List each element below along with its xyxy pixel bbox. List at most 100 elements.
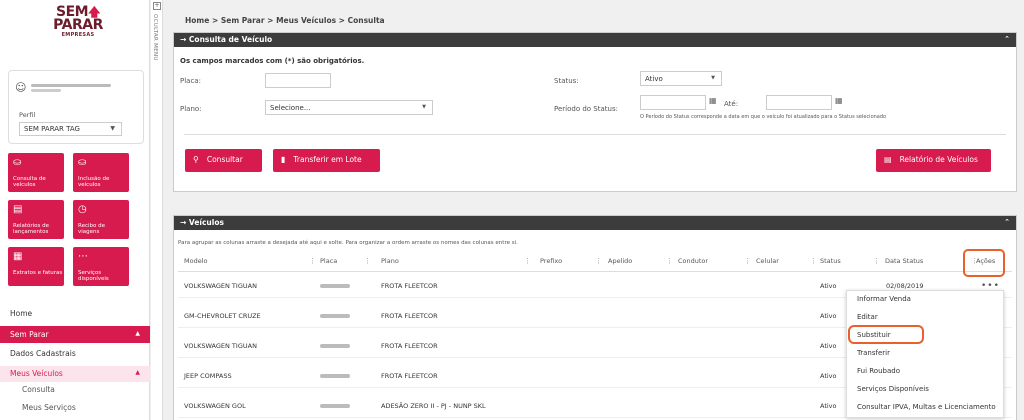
collapse-icon[interactable]: ⌃ — [1004, 218, 1010, 226]
column-header-status[interactable]: Status ⋮ — [820, 257, 880, 265]
status-label: Status: — [554, 77, 579, 85]
cell-status: Ativo — [820, 402, 837, 410]
cell-status: Ativo — [820, 282, 837, 290]
calendar-icon[interactable]: ▦ — [835, 96, 843, 105]
column-header-placa[interactable]: Placa ⋮ — [320, 257, 371, 265]
cell-plano: FROTA FLEETCOR — [381, 312, 438, 320]
cell-plano: FROTA FLEETCOR — [381, 282, 438, 290]
status-select[interactable]: Ativo ▼ — [640, 71, 722, 86]
column-menu-icon[interactable]: ⋮ — [524, 257, 531, 265]
placa-input[interactable] — [265, 73, 331, 88]
column-header-plano[interactable]: Plano ⋮ — [381, 257, 531, 265]
veiculos-panel-header[interactable]: → Veículos ⌃ — [174, 216, 1016, 230]
column-header-prefixo[interactable]: Prefixo ⋮ — [540, 257, 602, 265]
relatorio-veiculos-button[interactable]: ▤ Relatório de Veículos — [876, 149, 991, 172]
breadcrumb: Home > Sem Parar > Meus Veículos > Consu… — [185, 16, 385, 25]
consultar-button[interactable]: ⚲ Consultar — [185, 149, 262, 172]
tile-servicos-disponiveis[interactable]: ⋯ Serviços disponíveis — [73, 247, 129, 286]
tile-relatorios-lancamentos[interactable]: ▤ Relatórios de lançamentos — [8, 200, 64, 239]
tile-consulta-veiculos[interactable]: ⛀ Consulta de veículos — [8, 153, 64, 192]
grouping-hint: Para agrupar as colunas arraste a deseja… — [178, 240, 518, 246]
tile-inclusao-veiculos[interactable]: ⛀ Inclusão de veículos — [73, 153, 129, 192]
cell-modelo: VOLKSWAGEN TIGUAN — [184, 342, 257, 350]
actions-dropdown: Informar Venda Editar Substituir Transfe… — [846, 290, 1004, 418]
plus-icon[interactable]: + — [153, 2, 161, 10]
sem-parar-logo[interactable]: SEM🡅 PARAR EMPRESAS — [48, 5, 108, 38]
report-icon: ▤ — [884, 155, 892, 164]
cell-placa-redacted — [320, 374, 350, 378]
column-header-modelo[interactable]: Modelo ⋮ — [184, 257, 316, 265]
cell-status: Ativo — [820, 372, 837, 380]
car-add-icon: ⛀ — [78, 157, 87, 168]
cell-modelo: GM-CHEVROLET CRUZE — [184, 312, 261, 320]
periodo-note: O Período do Status corresponde a data e… — [640, 114, 887, 120]
cell-modelo: VOLKSWAGEN TIGUAN — [184, 282, 257, 290]
sidebar: SEM🡅 PARAR EMPRESAS ☺ Perfil SEM PARAR T… — [0, 0, 150, 420]
cell-placa-redacted — [320, 404, 350, 408]
cell-plano: FROTA FLEETCOR — [381, 372, 438, 380]
collapse-icon[interactable]: ⌃ — [1004, 35, 1010, 43]
cell-status: Ativo — [820, 342, 837, 350]
sidebar-item-dados-cadastrais[interactable]: Dados Cadastrais — [0, 349, 150, 358]
column-header-celular[interactable]: Celular ⋮ — [756, 257, 817, 265]
services-icon: ⋯ — [78, 251, 88, 262]
menu-item-fui-roubado[interactable]: Fui Roubado — [857, 367, 900, 375]
column-menu-icon[interactable]: ⋮ — [744, 257, 751, 265]
table-header: Modelo ⋮ Placa ⋮ Plano ⋮ Prefixo ⋮ Apelido ⋮ … — [178, 252, 1012, 272]
user-icon: ☺ — [15, 81, 27, 94]
cell-plano: ADESÃO ZERO II - PJ - NUNP SKL — [381, 402, 486, 410]
report-icon: ▤ — [13, 204, 23, 215]
consulta-panel-title: Consulta de Veículo — [188, 35, 273, 44]
substituir-highlight — [848, 325, 924, 344]
chevron-up-icon: ▲ — [135, 330, 140, 337]
cell-placa-redacted — [320, 344, 350, 348]
column-menu-icon[interactable]: ⋮ — [364, 257, 371, 265]
sidebar-item-meus-servicos[interactable]: Meus Serviços — [0, 403, 150, 412]
cell-placa-redacted — [320, 314, 350, 318]
sidebar-item-sem-parar[interactable]: Sem Parar ▲ — [0, 326, 150, 343]
column-header-condutor[interactable]: Condutor ⋮ — [678, 257, 751, 265]
column-menu-icon[interactable]: ⋮ — [595, 257, 602, 265]
user-name-redacted — [31, 84, 111, 87]
menu-item-informar-venda[interactable]: Informar Venda — [857, 295, 911, 303]
column-menu-icon[interactable]: ⋮ — [309, 257, 316, 265]
perfil-label: Perfil — [19, 111, 36, 119]
divider — [184, 134, 1006, 135]
tile-recibo-viagens[interactable]: ◷ Recibo de viagens — [73, 200, 129, 239]
sidebar-item-consulta[interactable]: Consulta — [0, 385, 150, 394]
menu-item-editar[interactable]: Editar — [857, 313, 878, 321]
cell-modelo: VOLKSWAGEN GOL — [184, 402, 246, 410]
transferir-lote-button[interactable]: ▮ Transferir em Lote — [273, 149, 380, 172]
chevron-down-icon: ▼ — [711, 75, 715, 81]
column-menu-icon[interactable]: ⋮ — [873, 257, 880, 265]
tile-extratos-faturas[interactable]: ▦ Extratos e faturas — [8, 247, 64, 286]
column-header-data-status[interactable]: Data Status ⋮ — [885, 257, 978, 265]
car-search-icon: ⛀ — [13, 157, 22, 168]
statement-icon: ▦ — [13, 251, 23, 262]
calendar-icon[interactable]: ▦ — [709, 96, 717, 105]
chevron-down-icon: ▼ — [422, 104, 426, 110]
cell-placa-redacted — [320, 284, 350, 288]
column-menu-icon[interactable]: ⋮ — [810, 257, 817, 265]
hide-menu-strip[interactable]: + OCULTAR MENU — [151, 0, 163, 420]
cell-plano: FROTA FLEETCOR — [381, 342, 438, 350]
sidebar-item-meus-veiculos[interactable]: Meus Veículos ▲ — [0, 366, 150, 382]
user-name-redacted-2 — [31, 89, 61, 92]
column-menu-icon[interactable]: ⋮ — [666, 257, 673, 265]
menu-item-servicos-disponiveis[interactable]: Serviços Disponíveis — [857, 385, 929, 393]
hide-menu-label: OCULTAR MENU — [152, 14, 158, 61]
veiculos-panel-title: Veículos — [188, 218, 224, 227]
consulta-panel: → Consulta de Veículo ⌃ Os campos marcad… — [173, 32, 1017, 192]
perfil-select[interactable]: SEM PARAR TAG ▼ — [19, 122, 122, 136]
menu-item-consultar-ipva[interactable]: Consultar IPVA, Multas e Licenciamento — [857, 403, 996, 411]
periodo-inicio-input[interactable] — [640, 95, 706, 110]
periodo-status-label: Período do Status: — [554, 105, 618, 113]
column-header-apelido[interactable]: Apelido ⋮ — [608, 257, 673, 265]
transfer-icon: ▮ — [281, 155, 286, 164]
menu-item-transferir[interactable]: Transferir — [857, 349, 890, 357]
plano-select[interactable]: Selecione... ▼ — [265, 100, 433, 115]
periodo-fim-input[interactable] — [766, 95, 832, 110]
consulta-panel-header[interactable]: → Consulta de Veículo ⌃ — [174, 33, 1016, 47]
plano-label: Plano: — [180, 105, 202, 113]
sidebar-item-home[interactable]: Home — [0, 309, 150, 318]
